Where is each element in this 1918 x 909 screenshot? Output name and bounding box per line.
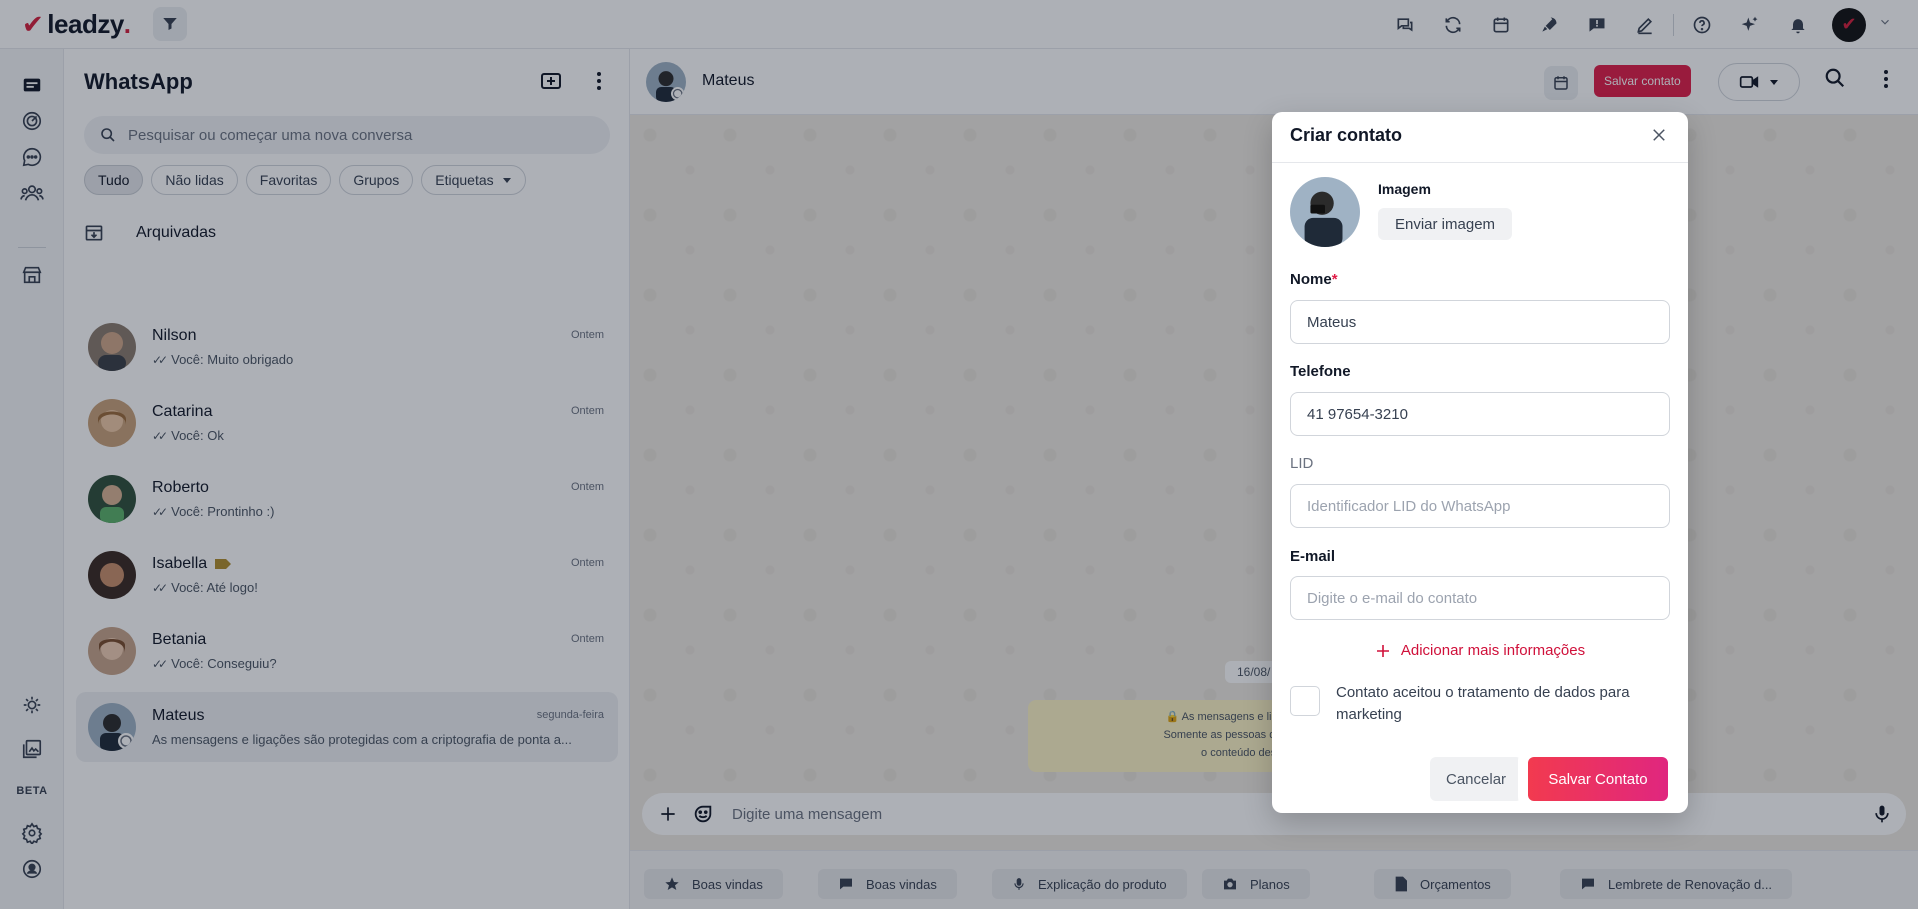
contact-image-avatar xyxy=(1290,177,1360,247)
name-field-label: Nome* xyxy=(1290,271,1338,288)
name-input[interactable] xyxy=(1290,300,1670,344)
send-image-button[interactable]: Enviar imagem xyxy=(1378,208,1513,240)
save-contact-button[interactable]: Salvar Contato xyxy=(1528,757,1668,801)
create-contact-modal: Criar contato Imagem Enviar imagem Nome*… xyxy=(1272,112,1688,813)
name-label-text: Nome xyxy=(1290,271,1332,288)
email-input[interactable] xyxy=(1290,576,1670,620)
cancel-button[interactable]: Cancelar xyxy=(1430,757,1523,801)
phone-label: Telefone xyxy=(1290,363,1351,380)
add-more-label: Adicionar mais informações xyxy=(1400,642,1586,659)
plus-icon xyxy=(1376,644,1389,657)
modal-divider xyxy=(1272,162,1688,163)
phone-input[interactable] xyxy=(1290,392,1670,436)
modal-title: Criar contato xyxy=(1290,125,1403,145)
add-more-info-link[interactable]: Adicionar mais informações xyxy=(1272,642,1688,659)
consent-checkbox[interactable] xyxy=(1290,686,1320,716)
lid-input[interactable] xyxy=(1290,484,1670,528)
email-label: E-mail xyxy=(1290,548,1336,565)
required-asterisk: * xyxy=(1331,271,1338,288)
consent-label: Contato aceitou o tratamento de dados pa… xyxy=(1336,684,1630,723)
lid-label: LID xyxy=(1290,455,1314,472)
image-label: Imagem xyxy=(1378,181,1431,197)
close-icon[interactable] xyxy=(1650,126,1668,149)
